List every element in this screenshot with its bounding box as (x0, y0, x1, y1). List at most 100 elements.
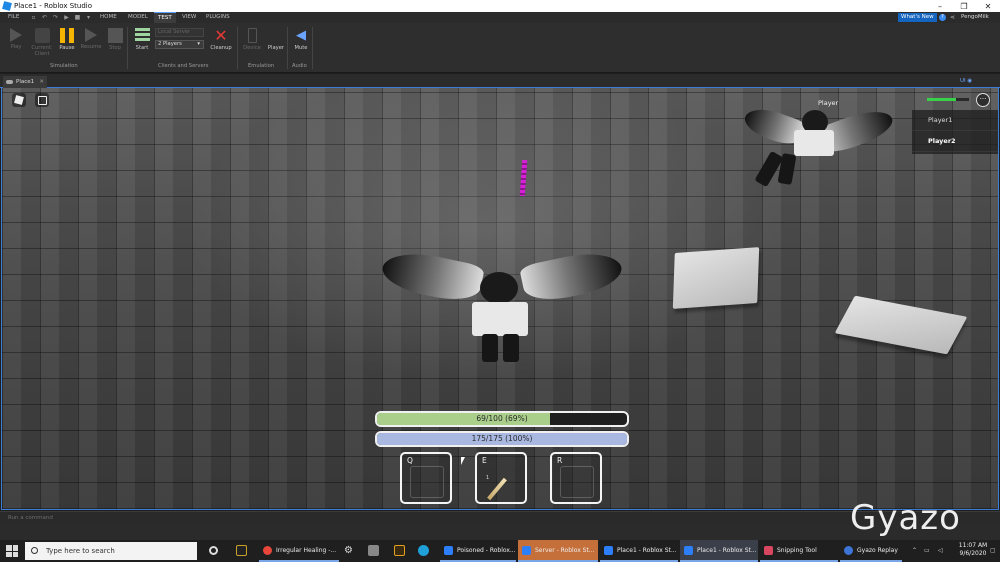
taskbar-app-chrome[interactable]: Irregular Healing -... (259, 540, 339, 562)
window-title: Place1 - Roblox Studio (14, 2, 92, 10)
close-window-button[interactable]: ✕ (976, 0, 1000, 12)
tab-file[interactable]: FILE (4, 12, 23, 23)
edge-icon[interactable] (418, 545, 429, 556)
tab-model[interactable]: MODEL (124, 12, 152, 23)
taskbar-app-place1[interactable]: Place1 - Roblox St... (600, 540, 678, 562)
hotbar-slot-e[interactable]: E 1 (475, 452, 527, 504)
local-server-select[interactable]: Local Server (155, 28, 204, 37)
tab-plugins[interactable]: PLUGINS (202, 12, 234, 23)
stamina-text: 175/175 (100%) (471, 434, 533, 443)
taskbar-app-snipping-tool[interactable]: Snipping Tool (760, 540, 838, 562)
taskbar-app-place1[interactable]: Place1 - Roblox St... (680, 540, 758, 562)
stop-quick-icon[interactable]: ■ (74, 14, 81, 21)
stop-button[interactable]: Stop (103, 26, 127, 60)
share-icon[interactable]: ⋖ (950, 14, 957, 21)
tab-home[interactable]: HOME (96, 12, 121, 23)
user-name[interactable]: PengoMilk (961, 12, 989, 23)
character-torso (472, 302, 528, 336)
ribbon-tabs: FILE ▫ ↶ ↷ ▶ ■ ▾ HOME MODEL TEST VIEW PL… (0, 12, 1000, 23)
stamina-bar: 175/175 (100%) (375, 431, 629, 447)
taskbar-app-poisoned[interactable]: Poisoned - Roblox... (440, 540, 516, 562)
network-icon[interactable]: ▭ (924, 540, 930, 562)
hotbar-slot-r[interactable]: R (550, 452, 602, 504)
cortana-icon[interactable] (209, 546, 218, 555)
resume-icon (85, 28, 97, 42)
windows-start-icon[interactable] (6, 545, 18, 557)
device-icon (247, 28, 257, 43)
ui-visibility-toggle[interactable]: UI ◉ (960, 78, 972, 84)
close-tab-icon[interactable]: ✕ (39, 76, 44, 88)
cloud-icon (6, 80, 13, 84)
tab-place1[interactable]: Place1 ✕ (3, 76, 47, 88)
customize-quick-icon[interactable]: ▾ (85, 14, 92, 21)
chat-icon[interactable] (35, 93, 49, 107)
tray-chevron-icon[interactable]: ⌃ (912, 540, 917, 562)
health-text: 69/100 (69%) (476, 414, 528, 423)
players-select[interactable]: 2 Players ▾ (155, 40, 204, 49)
hotbar-slot-q[interactable]: Q (400, 452, 452, 504)
current-client-button[interactable]: Current: Client (29, 26, 55, 60)
item-count: 1 (486, 475, 490, 481)
pinned-app-icon[interactable] (394, 545, 405, 556)
undo-icon[interactable]: ↶ (41, 14, 48, 21)
hotbar-key-label: R (557, 456, 563, 465)
pause-button[interactable]: Pause (55, 26, 79, 60)
tab-test[interactable]: TEST (154, 12, 176, 23)
device-button[interactable]: Device (240, 26, 264, 60)
help-icon[interactable]: ? (939, 14, 946, 21)
hotbar-key-label: E (482, 456, 487, 465)
speaker-mute-icon: ◀ (296, 28, 306, 43)
volume-icon[interactable]: ◁ (938, 540, 943, 562)
roblox-studio-icon (444, 546, 453, 555)
white-part-block (672, 247, 760, 309)
group-simulation: Simulation (50, 63, 78, 69)
left-wing (378, 246, 486, 306)
player-button[interactable]: Player (264, 26, 288, 60)
chrome-icon (263, 546, 272, 555)
maximize-button[interactable]: ❐ (952, 0, 976, 12)
play-icon (10, 28, 22, 42)
sword-icon (487, 477, 507, 501)
taskbar-search-input[interactable]: Type here to search (25, 542, 197, 560)
minimize-button[interactable]: – (928, 0, 952, 12)
command-input[interactable]: Run a command (8, 515, 53, 521)
pinned-app-icon[interactable] (368, 545, 379, 556)
eye-icon: ◉ (967, 78, 973, 84)
player-list-item[interactable]: Player1 (912, 110, 998, 131)
health-bar: 69/100 (69%) (375, 411, 629, 427)
roblox-menu-icon[interactable] (12, 93, 26, 107)
slot-frame (410, 466, 444, 498)
group-clients-servers: Clients and Servers (158, 63, 209, 69)
cleanup-button[interactable]: ✕ Cleanup (208, 26, 234, 60)
whats-new-button[interactable]: What's New (898, 13, 937, 22)
gyazo-watermark: Gyazo (850, 498, 961, 538)
search-icon (31, 547, 38, 554)
roblox-studio-icon (2, 1, 12, 11)
pause-icon (60, 28, 74, 43)
play-quick-icon[interactable]: ▶ (63, 14, 70, 21)
new-file-icon[interactable]: ▫ (30, 14, 37, 21)
game-viewport[interactable]: Player ··· Player1 Player2 69/100 (69%) … (1, 88, 999, 510)
notification-icon[interactable]: ▢ (990, 540, 996, 562)
scissors-icon (764, 546, 773, 555)
mute-button[interactable]: ◀ Mute (289, 26, 313, 60)
more-options-icon[interactable]: ··· (976, 93, 990, 107)
white-part-block (834, 295, 968, 355)
stop-icon (107, 28, 123, 43)
resume-button[interactable]: Resume (79, 26, 103, 60)
slot-frame (560, 466, 594, 498)
system-clock[interactable]: 11:07 AM 9/6/2020 (958, 542, 988, 558)
pinned-app-icon[interactable] (236, 545, 247, 556)
settings-gear-icon[interactable]: ⚙ (344, 545, 355, 556)
roblox-studio-icon (604, 546, 613, 555)
taskbar-app-server[interactable]: Server - Roblox St... (518, 540, 598, 562)
player-list-item[interactable]: Player2 (912, 131, 998, 152)
start-button[interactable]: Start (130, 26, 154, 60)
play-button[interactable]: Play (4, 26, 28, 60)
taskbar-app-gyazo-replay[interactable]: Gyazo Replay (840, 540, 902, 562)
redo-icon[interactable]: ↷ (52, 14, 59, 21)
tab-view[interactable]: VIEW (178, 12, 200, 23)
client-icon (34, 28, 50, 43)
separator (287, 27, 288, 69)
character-leg (482, 334, 498, 362)
